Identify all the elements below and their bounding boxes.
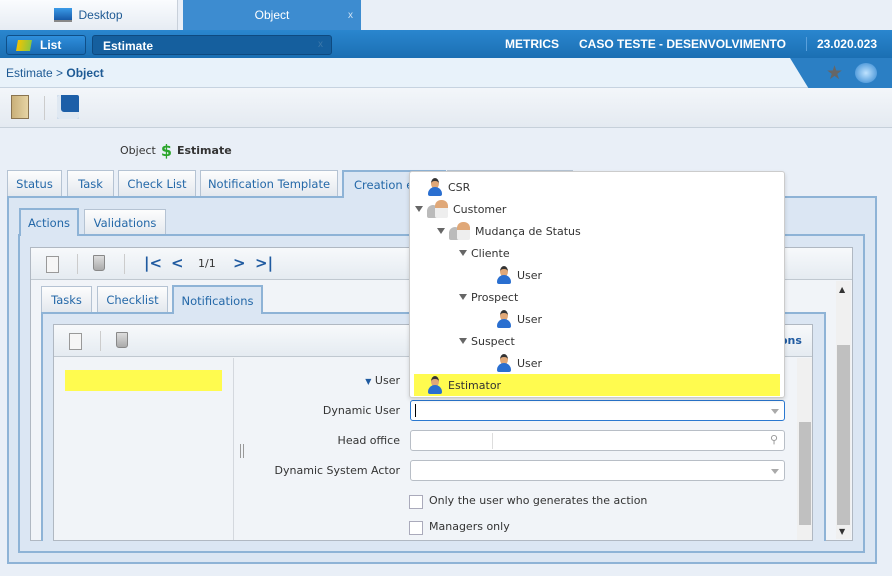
- tab-validations[interactable]: Validations: [84, 209, 166, 235]
- trash-icon[interactable]: [93, 255, 105, 271]
- inner-scrollbar[interactable]: [797, 358, 812, 540]
- expand-arrow-icon[interactable]: [459, 294, 467, 300]
- user-dropdown: CSR Customer Mudança de Status Cliente U…: [409, 171, 785, 398]
- dynamic-user-select[interactable]: [410, 400, 785, 421]
- dollar-icon: $: [160, 141, 172, 160]
- object-value: Estimate: [176, 144, 232, 157]
- record-field[interactable]: Estimate x: [92, 35, 332, 55]
- tree-item-prospect[interactable]: Prospect: [459, 286, 518, 308]
- user-icon: [496, 354, 512, 372]
- chevron-down-icon[interactable]: [771, 469, 779, 474]
- tab-object-label: Object: [254, 8, 290, 22]
- toolbar: [0, 88, 892, 128]
- search-icon[interactable]: ⚲: [770, 433, 778, 446]
- save-disk-icon[interactable]: [57, 95, 79, 119]
- exit-door-icon[interactable]: [11, 95, 29, 119]
- folder-icon: [16, 39, 32, 51]
- managers-only-label: Managers only: [429, 520, 510, 533]
- page-indicator: 1/1: [198, 257, 216, 270]
- header-bar: List Estimate x METRICS CASO TESTE - DES…: [0, 30, 892, 58]
- object-label: Object: [120, 144, 156, 157]
- expand-arrow-icon[interactable]: [459, 338, 467, 344]
- group-icon: [449, 222, 471, 240]
- user-icon: [427, 178, 443, 196]
- delete-notification-icon[interactable]: [116, 332, 128, 348]
- company-label: CASO TESTE - DESENVOLVIMENTO: [579, 37, 786, 51]
- tree-item-suspect[interactable]: Suspect: [459, 330, 515, 352]
- user-icon: [496, 266, 512, 284]
- tab-checklist[interactable]: Checklist: [97, 286, 168, 312]
- breadcrumb: Estimate > Object: [0, 58, 892, 88]
- user-icon: [427, 376, 443, 394]
- star-icon[interactable]: ★: [826, 62, 843, 84]
- expand-arrow-icon[interactable]: [437, 228, 445, 234]
- expand-arrow-icon[interactable]: [459, 250, 467, 256]
- managers-only-checkbox[interactable]: [409, 521, 423, 535]
- new-document-icon[interactable]: [46, 256, 59, 273]
- record-name: Estimate: [103, 39, 154, 53]
- breadcrumb-current: Object: [66, 66, 104, 80]
- breadcrumb-separator: >: [56, 66, 64, 80]
- user-icon: [496, 310, 512, 328]
- tree-item-cliente[interactable]: Cliente: [459, 242, 510, 264]
- link-icon[interactable]: [855, 63, 877, 83]
- breadcrumb-parent[interactable]: Estimate: [6, 66, 53, 80]
- tree-item-user[interactable]: User: [496, 264, 542, 286]
- chevron-down-icon[interactable]: [771, 409, 779, 414]
- expand-arrow-icon[interactable]: [415, 206, 423, 212]
- dynamic-user-label: Dynamic User: [322, 404, 400, 417]
- tree-item-csr[interactable]: CSR: [427, 176, 470, 198]
- head-office-label: Head office: [337, 434, 400, 447]
- head-office-input[interactable]: ⚲: [410, 430, 785, 451]
- tab-task[interactable]: Task: [67, 170, 114, 196]
- tab-check-list[interactable]: Check List: [118, 170, 196, 196]
- monitor-icon: [54, 8, 73, 22]
- dynamic-system-actor-label: Dynamic System Actor: [274, 464, 400, 477]
- prev-page-icon[interactable]: <: [171, 254, 184, 272]
- record-close[interactable]: x: [318, 39, 323, 50]
- tab-notifications[interactable]: Notifications: [172, 285, 263, 314]
- dynamic-system-actor-select[interactable]: [410, 460, 785, 481]
- list-button[interactable]: List: [6, 35, 86, 55]
- only-user-checkbox[interactable]: [409, 495, 423, 509]
- tab-tasks[interactable]: Tasks: [41, 286, 92, 312]
- tree-item-mudanca-de-status[interactable]: Mudança de Status: [437, 220, 581, 242]
- tree-item-user[interactable]: User: [496, 308, 542, 330]
- tab-desktop-label: Desktop: [78, 8, 123, 22]
- next-page-icon[interactable]: >: [233, 254, 246, 272]
- tab-actions[interactable]: Actions: [19, 208, 79, 236]
- tab-object-close[interactable]: x: [348, 10, 353, 21]
- first-page-icon[interactable]: |<: [144, 254, 162, 272]
- tree-item-estimator[interactable]: Estimator: [414, 374, 780, 396]
- user-label[interactable]: ▼ User: [200, 374, 400, 387]
- tab-desktop[interactable]: Desktop: [0, 0, 178, 30]
- new-notification-icon[interactable]: [69, 333, 82, 350]
- last-page-icon[interactable]: >|: [255, 254, 273, 272]
- tab-notification-template[interactable]: Notification Template: [200, 170, 338, 196]
- notification-list-item[interactable]: [65, 370, 222, 391]
- only-user-label: Only the user who generates the action: [429, 494, 648, 507]
- outer-scrollbar[interactable]: ▲ ▼: [836, 281, 851, 539]
- tree-item-customer[interactable]: Customer: [415, 198, 506, 220]
- group-icon: [427, 200, 449, 218]
- list-label: List: [40, 38, 62, 52]
- version-label: 23.020.023: [805, 37, 877, 51]
- tab-status[interactable]: Status: [7, 170, 62, 196]
- object-title: Object $ Estimate: [120, 141, 232, 160]
- tree-item-user[interactable]: User: [496, 352, 542, 374]
- metrics-label[interactable]: METRICS: [505, 37, 559, 51]
- tab-object[interactable]: Object x: [183, 0, 361, 30]
